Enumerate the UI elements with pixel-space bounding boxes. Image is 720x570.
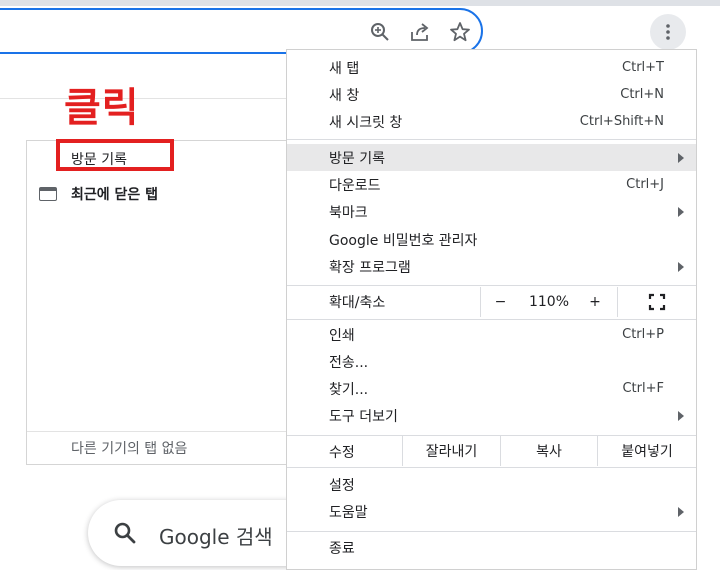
menu-label: 새 창: [329, 87, 360, 104]
menu-divider: [287, 319, 696, 320]
submenu-divider: [27, 431, 291, 432]
history-submenu: 방문 기록 최근에 닫은 탭 다른 기기의 탭 없음: [26, 140, 292, 465]
zoom-in-button[interactable]: +: [578, 287, 612, 317]
zoom-level-value: 110%: [528, 294, 570, 310]
menu-label: 전송...: [329, 354, 369, 371]
search-placeholder: Google 검색: [159, 525, 273, 549]
menu-shortcut: Ctrl+T: [622, 60, 664, 75]
zoom-in-label: +: [589, 294, 601, 310]
copy-label: 복사: [536, 444, 562, 460]
more-vert-icon: [666, 24, 670, 40]
zoom-label: 확대/축소: [329, 295, 386, 311]
search-icon: [114, 522, 136, 544]
menu-item-passwords[interactable]: Google 비밀번호 관리자: [287, 226, 696, 253]
menu-label: 설정: [329, 477, 355, 494]
menu-item-print[interactable]: 인쇄 Ctrl+P: [287, 321, 696, 348]
menu-label: 도구 더보기: [329, 408, 398, 425]
menu-shortcut: Ctrl+J: [626, 177, 664, 192]
copy-button[interactable]: 복사: [500, 436, 597, 466]
tab-icon: [39, 187, 57, 201]
menu-item-bookmarks[interactable]: 북마크: [287, 198, 696, 225]
menu-label: 다운로드: [329, 177, 381, 194]
menu-label: Google 비밀번호 관리자: [329, 232, 478, 249]
cut-label: 잘라내기: [425, 444, 478, 460]
menu-label: 도움말: [329, 504, 368, 521]
menu-label: 종료: [329, 540, 355, 557]
menu-label: 새 탭: [329, 60, 360, 77]
menu-item-new-window[interactable]: 새 창 Ctrl+N: [287, 81, 696, 108]
zoom-level: 110%: [520, 287, 578, 317]
tab-strip: [0, 0, 720, 6]
fullscreen-button[interactable]: [617, 287, 696, 317]
submenu-arrow-icon: [678, 206, 684, 217]
menu-item-downloads[interactable]: 다운로드 Ctrl+J: [287, 171, 696, 198]
menu-shortcut: Ctrl+N: [620, 87, 664, 102]
recently-closed-label: 최근에 닫은 탭: [71, 187, 159, 203]
menu-item-incognito[interactable]: 새 시크릿 창 Ctrl+Shift+N: [287, 108, 696, 135]
bookmark-star-icon[interactable]: [449, 21, 471, 43]
menu-divider: [287, 285, 696, 286]
submenu-arrow-icon: [678, 506, 684, 517]
menu-item-more-tools[interactable]: 도구 더보기: [287, 402, 696, 429]
fullscreen-icon: [648, 293, 666, 311]
menu-item-exit[interactable]: 종료: [287, 534, 696, 561]
menu-item-help[interactable]: 도움말: [287, 498, 696, 525]
menu-item-find[interactable]: 찾기... Ctrl+F: [287, 375, 696, 402]
share-icon[interactable]: [409, 21, 431, 43]
zoom-icon[interactable]: [369, 21, 391, 43]
menu-item-history[interactable]: 방문 기록: [287, 144, 696, 171]
annotation-click-label: 클릭: [64, 85, 140, 131]
menu-label: 확장 프로그램: [329, 259, 411, 276]
annotation-highlight-box: [56, 139, 174, 171]
recently-closed-item[interactable]: 최근에 닫은 탭: [37, 182, 287, 206]
paste-label: 붙여넣기: [621, 444, 673, 460]
page-divider: [0, 98, 290, 99]
no-tabs-other-devices: 다른 기기의 탭 없음: [71, 441, 188, 457]
chrome-main-menu: 새 탭 Ctrl+T 새 창 Ctrl+N 새 시크릿 창 Ctrl+Shift…: [286, 49, 697, 570]
menu-divider: [287, 531, 696, 532]
submenu-arrow-icon: [678, 152, 684, 163]
menu-label: 방문 기록: [329, 150, 385, 167]
menu-divider: [287, 467, 696, 468]
edit-label: 수정: [329, 445, 355, 461]
menu-label: 인쇄: [329, 327, 355, 344]
menu-label: 찾기...: [329, 381, 369, 398]
menu-item-extensions[interactable]: 확장 프로그램: [287, 253, 696, 280]
cut-button[interactable]: 잘라내기: [402, 436, 500, 466]
menu-shortcut: Ctrl+F: [622, 381, 664, 396]
edit-row: 수정 잘라내기 복사 붙여넣기: [287, 436, 696, 466]
menu-item-settings[interactable]: 설정: [287, 471, 696, 498]
paste-button[interactable]: 붙여넣기: [597, 436, 696, 466]
menu-label: 새 시크릿 창: [329, 114, 403, 131]
submenu-arrow-icon: [678, 261, 684, 272]
menu-item-cast[interactable]: 전송...: [287, 348, 696, 375]
menu-shortcut: Ctrl+P: [622, 327, 664, 342]
more-vert-button[interactable]: [650, 14, 686, 50]
zoom-out-label: −: [494, 294, 507, 310]
zoom-out-button[interactable]: −: [480, 287, 520, 317]
submenu-arrow-icon: [678, 410, 684, 421]
menu-item-new-tab[interactable]: 새 탭 Ctrl+T: [287, 54, 696, 81]
menu-label: 북마크: [329, 204, 368, 221]
menu-divider: [287, 139, 696, 140]
menu-shortcut: Ctrl+Shift+N: [579, 114, 664, 129]
zoom-row: 확대/축소 − 110% +: [287, 287, 696, 317]
